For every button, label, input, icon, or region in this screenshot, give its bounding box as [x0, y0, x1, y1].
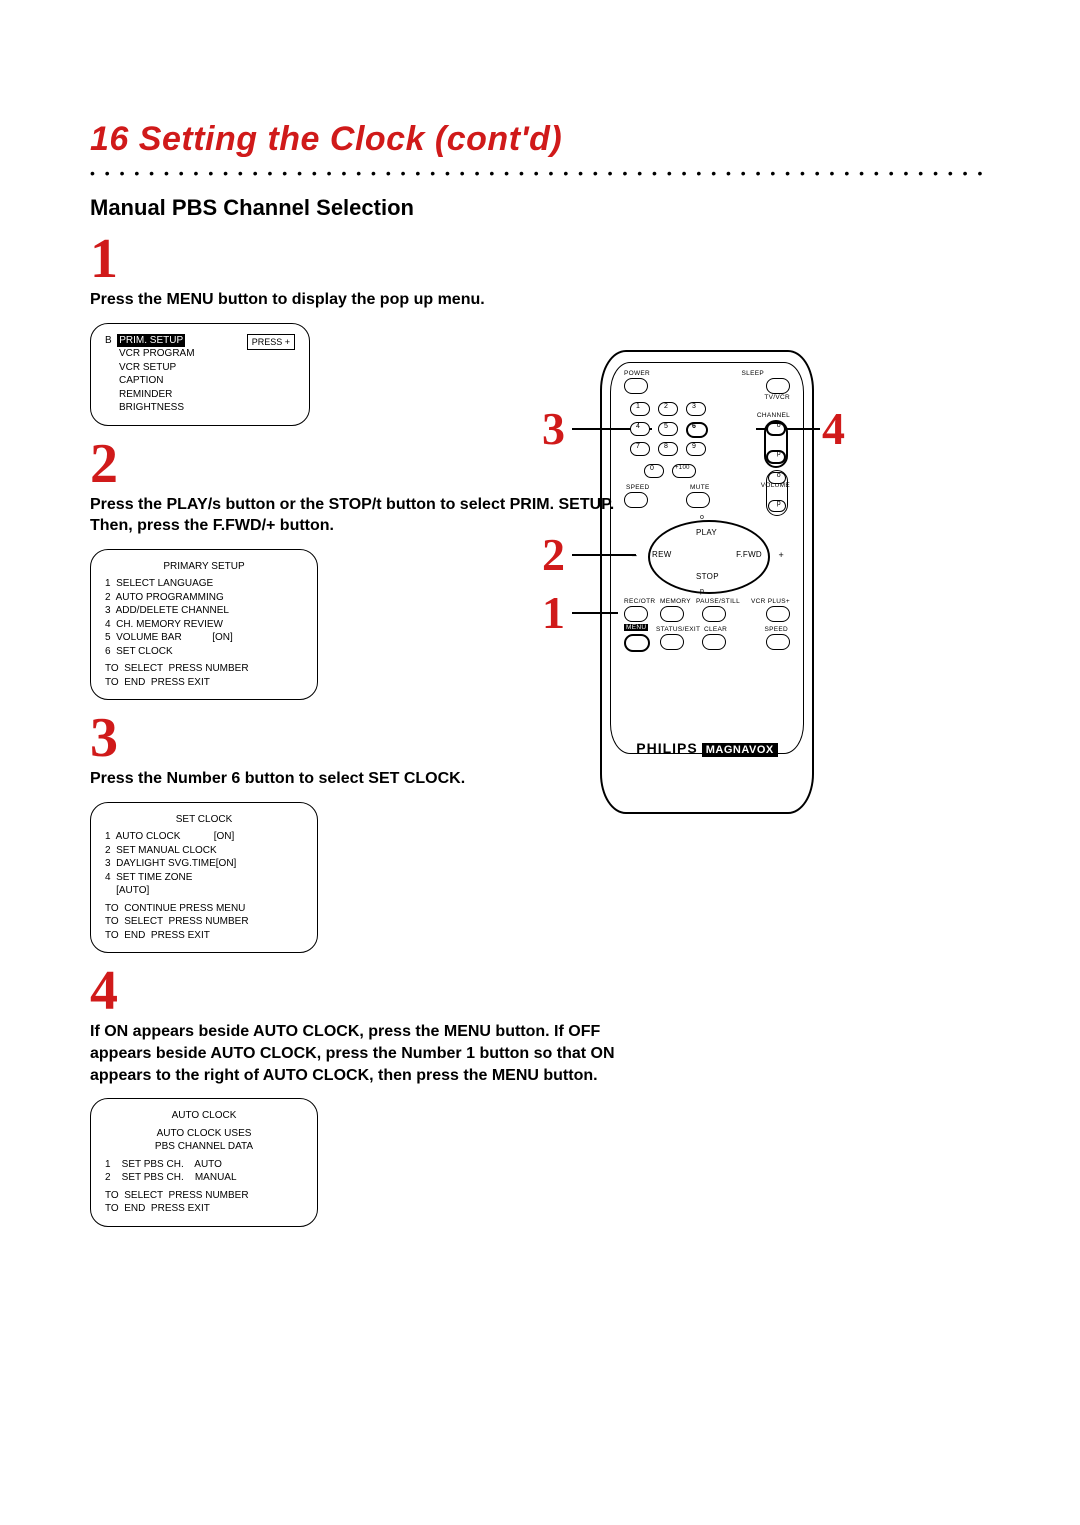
screen2-r6: 6 SET CLOCK [105, 645, 303, 659]
row-vcr-setup: VCR SETUP [105, 361, 295, 375]
label-tvvcr: TV/VCR [764, 394, 790, 401]
sleep-button[interactable] [766, 378, 790, 394]
screen2-r1: 1 SELECT LANGUAGE [105, 577, 303, 591]
page-title: 16 Setting the Clock (cont'd) [90, 120, 990, 159]
screen3-r2: 2 SET MANUAL CLOCK [105, 844, 303, 858]
step-4-desc: If ON appears beside AUTO CLOCK, press t… [90, 1021, 630, 1086]
screen3-r4b: [AUTO] [105, 884, 303, 898]
callout-2: 2 [542, 528, 565, 581]
screen-auto-clock: AUTO CLOCK AUTO CLOCK USES PBS CHANNEL D… [90, 1098, 318, 1227]
screen4-sub2: PBS CHANNEL DATA [105, 1140, 303, 1154]
label-stop: STOP [696, 572, 719, 581]
pausestill-button[interactable] [702, 606, 726, 622]
step-1-desc: Press the MENU button to display the pop… [90, 289, 630, 311]
label-rew: REW [652, 550, 672, 559]
recotr-button[interactable] [624, 606, 648, 622]
screen3-r1: 1 AUTO CLOCK [ON] [105, 830, 303, 844]
screen-prim-setup: PRESS + B PRIM. SETUP VCR PROGRAM VCR SE… [90, 323, 310, 426]
section-subtitle: Manual PBS Channel Selection [90, 195, 990, 221]
row-reminder: REMINDER [105, 388, 295, 402]
row-caption: CAPTION [105, 374, 295, 388]
label-vcrplus: VCR PLUS+ [751, 598, 790, 605]
label-ffwd: F.FWD [736, 550, 762, 559]
step-3-number: 3 [90, 710, 990, 766]
screen-primary-setup-list: PRIMARY SETUP 1 SELECT LANGUAGE 2 AUTO P… [90, 549, 318, 701]
screen2-f2: TO END PRESS EXIT [105, 676, 303, 690]
label-play: PLAY [696, 528, 717, 537]
label-minus: – [632, 550, 637, 560]
screen3-title: SET CLOCK [105, 813, 303, 827]
press-plus-hint: PRESS + [247, 334, 295, 350]
mute-button[interactable] [686, 492, 710, 508]
label-power: POWER [624, 370, 650, 377]
label-channel: CHANNEL [757, 412, 790, 419]
screen4-f1: TO SELECT PRESS NUMBER [105, 1189, 303, 1203]
page-title-text: Setting the Clock (cont'd) [139, 120, 562, 158]
clear-button[interactable] [702, 634, 726, 650]
row-prim-setup: PRIM. SETUP [117, 334, 185, 348]
screen2-title: PRIMARY SETUP [105, 560, 303, 574]
screen4-f2: TO END PRESS EXIT [105, 1202, 303, 1216]
vcrplus-button[interactable] [766, 606, 790, 622]
screen3-f2: TO END PRESS EXIT [105, 929, 303, 943]
screen4-r2: 2 SET PBS CH. MANUAL [105, 1171, 303, 1185]
label-memory: MEMORY [660, 598, 691, 605]
speed2-button[interactable] [766, 634, 790, 650]
callout-1: 1 [542, 586, 565, 639]
screen3-f1: TO SELECT PRESS NUMBER [105, 915, 303, 929]
label-sleep: SLEEP [742, 370, 764, 377]
brand-magnavox: MAGNAVOX [702, 743, 778, 757]
label-speed2: SPEED [764, 626, 788, 633]
step-3-desc: Press the Number 6 button to select SET … [90, 768, 630, 790]
label-speed: SPEED [626, 484, 650, 491]
brand-row: PHILIPS MAGNAVOX [602, 740, 812, 756]
callout-3: 3 [542, 402, 565, 455]
label-pausestill: PAUSE/STILL [696, 598, 740, 605]
screen3-f0: TO CONTINUE PRESS MENU [105, 902, 303, 916]
screen2-r5: 5 VOLUME BAR [ON] [105, 631, 303, 645]
brand-philips: PHILIPS [636, 740, 697, 756]
screen3-r3: 3 DAYLIGHT SVG.TIME[ON] [105, 857, 303, 871]
statusexit-button[interactable] [660, 634, 684, 650]
screen2-r2: 2 AUTO PROGRAMMING [105, 591, 303, 605]
label-mute: MUTE [690, 484, 710, 491]
memory-button[interactable] [660, 606, 684, 622]
label-plus: + [778, 550, 784, 560]
screen2-r3: 3 ADD/DELETE CHANNEL [105, 604, 303, 618]
screen2-r4: 4 CH. MEMORY REVIEW [105, 618, 303, 632]
key-6[interactable] [686, 422, 708, 438]
speed-button[interactable] [624, 492, 648, 508]
menu-button[interactable] [624, 634, 650, 652]
row-brightness: BRIGHTNESS [105, 401, 295, 415]
callout-4: 4 [822, 402, 845, 455]
page-number: 16 [90, 120, 129, 158]
label-recotr: REC/OTR [624, 598, 655, 605]
label-clear: CLEAR [704, 626, 727, 633]
screen2-f1: TO SELECT PRESS NUMBER [105, 662, 303, 676]
step-4-number: 4 [90, 963, 990, 1019]
step-2-number: 2 [90, 436, 990, 492]
remote-diagram: 3 4 2 1 POWER SLEEP TV/VCR 1 2 3 4 5 [570, 350, 784, 814]
divider-dots: • • • • • • • • • • • • • • • • • • • • … [90, 165, 990, 181]
label-statusexit: STATUS/EXIT [656, 626, 700, 633]
screen4-sub1: AUTO CLOCK USES [105, 1127, 303, 1141]
screen-set-clock: SET CLOCK 1 AUTO CLOCK [ON] 2 SET MANUAL… [90, 802, 318, 954]
row-b: B [105, 335, 112, 346]
screen4-title: AUTO CLOCK [105, 1109, 303, 1123]
screen3-r4: 4 SET TIME ZONE [105, 871, 303, 885]
step-1-number: 1 [90, 231, 990, 287]
power-button[interactable] [624, 378, 648, 394]
screen4-r1: 1 SET PBS CH. AUTO [105, 1158, 303, 1172]
label-menu: MENU [624, 624, 648, 631]
